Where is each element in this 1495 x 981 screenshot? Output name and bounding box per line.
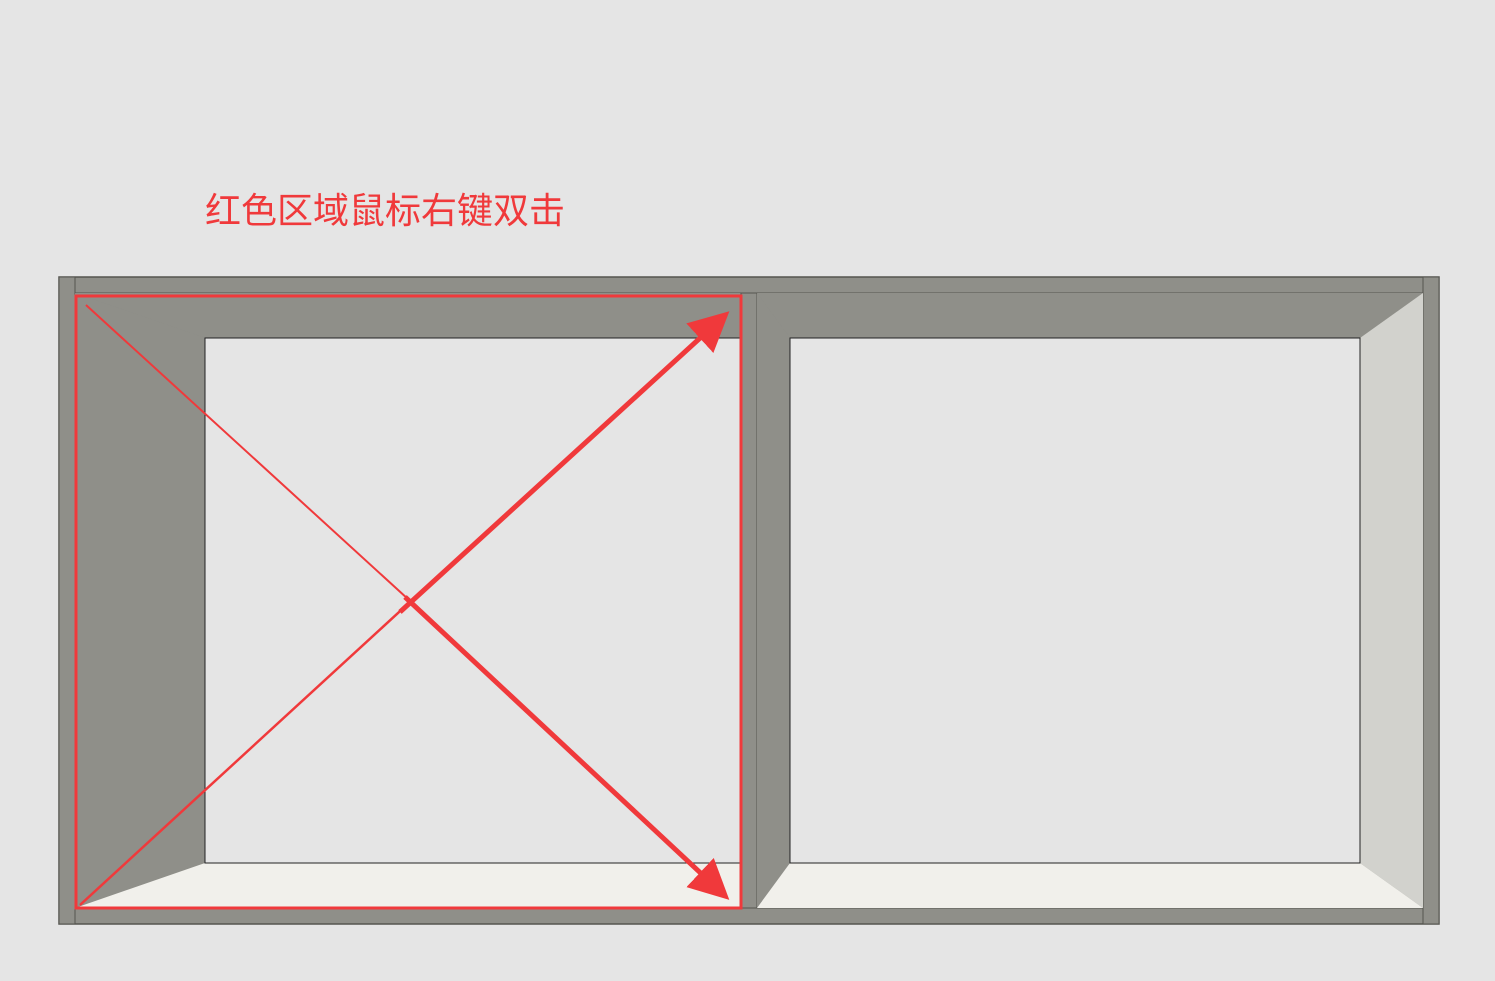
left-compartment-left-face: [75, 293, 205, 908]
right-compartment-back: [789, 337, 1361, 864]
right-compartment-top-face: [757, 293, 1423, 338]
middle-divider: [740, 292, 758, 909]
right-compartment-left-face: [757, 293, 790, 908]
right-side-post: [1422, 276, 1440, 925]
left-side-post: [58, 276, 76, 925]
left-compartment-back: [204, 337, 742, 864]
cabinet-diagram: [58, 276, 1440, 925]
right-compartment-right-face: [1360, 293, 1423, 908]
right-compartment-floor: [757, 863, 1423, 908]
canvas: 红色区域鼠标右键双击: [0, 0, 1495, 981]
